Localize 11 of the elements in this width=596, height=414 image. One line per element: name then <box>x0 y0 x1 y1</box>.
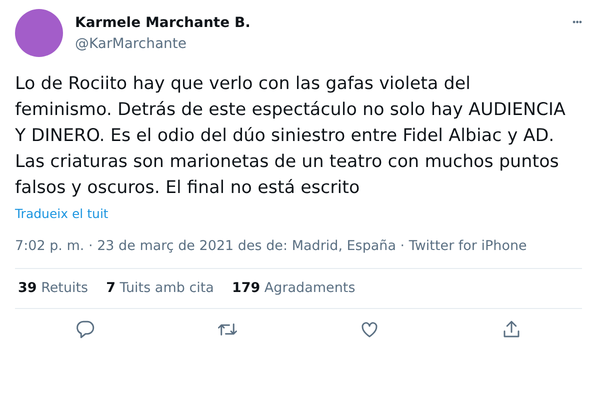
more-button[interactable]: ••• <box>572 17 582 27</box>
share-icon[interactable] <box>500 319 522 340</box>
stat-link[interactable]: 39 Retuits <box>18 280 88 296</box>
author-handle[interactable]: @KarMarchante <box>75 36 573 52</box>
author-name[interactable]: Karmele Marchante B. <box>75 15 573 31</box>
stat-link[interactable]: 179 Agradaments <box>232 280 356 296</box>
tweet-text: Lo de Rociito hay que verlo con las gafas violeta del feminismo. Detrás de este espectáculo no solo hay AUDIENCIA Y DINERO. Es el odio del dúo siniestro entre Fidel Albiac y AD. Las criaturas son marionetas de un teatro con muchos puntos falsos y oscuros. El final no está escrito <box>15 73 566 200</box>
stat-link[interactable]: 7 Tuits amb cita <box>106 280 214 296</box>
tweet-meta: 7:02 p. m. · 23 de març de 2021 des de: Madrid, España · Twitter for iPhone <box>15 238 528 254</box>
reply-icon[interactable] <box>75 319 96 340</box>
avatar[interactable] <box>15 9 63 57</box>
